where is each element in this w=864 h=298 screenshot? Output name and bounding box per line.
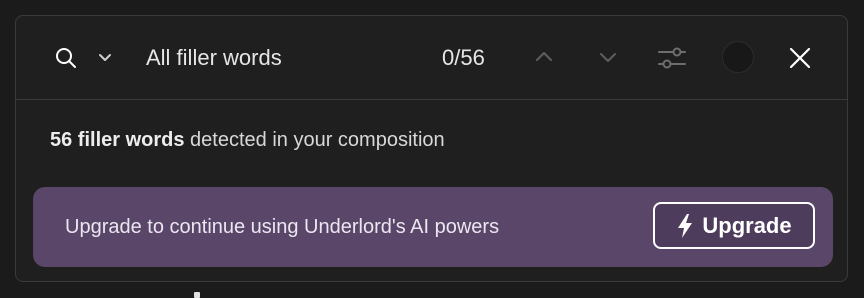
chevron-down-icon <box>600 53 616 62</box>
upgrade-button-label: Upgrade <box>702 212 792 238</box>
chevron-up-icon <box>536 52 552 61</box>
upgrade-banner: Upgrade to continue using Underlord's AI… <box>33 187 833 267</box>
sliders-icon <box>658 47 686 69</box>
status-indicator <box>722 41 754 73</box>
search-icon <box>56 48 76 68</box>
upgrade-button[interactable]: Upgrade <box>653 202 815 249</box>
search-query[interactable]: All filler words <box>146 43 282 73</box>
upgrade-message: Upgrade to continue using Underlord's AI… <box>65 216 500 238</box>
search-mode-dropdown[interactable] <box>94 46 116 68</box>
close-icon <box>789 47 811 69</box>
chevron-down-icon <box>99 54 111 61</box>
search-button[interactable] <box>52 44 80 72</box>
filler-count: 56 filler words <box>50 129 185 151</box>
filter-settings-button[interactable] <box>656 42 688 74</box>
summary-text: detected in your composition <box>184 129 445 151</box>
filler-words-summary: 56 filler words detected in your composi… <box>50 126 445 154</box>
search-toolbar: All filler words 0/56 <box>16 16 847 100</box>
close-button[interactable] <box>786 44 814 72</box>
partial-text-below <box>194 292 200 298</box>
filler-words-panel: All filler words 0/56 56 filler words de… <box>15 15 848 282</box>
lightning-bolt-icon <box>678 213 693 238</box>
next-match-button[interactable] <box>595 44 621 70</box>
previous-match-button[interactable] <box>531 44 557 70</box>
match-counter: 0/56 <box>442 45 485 70</box>
